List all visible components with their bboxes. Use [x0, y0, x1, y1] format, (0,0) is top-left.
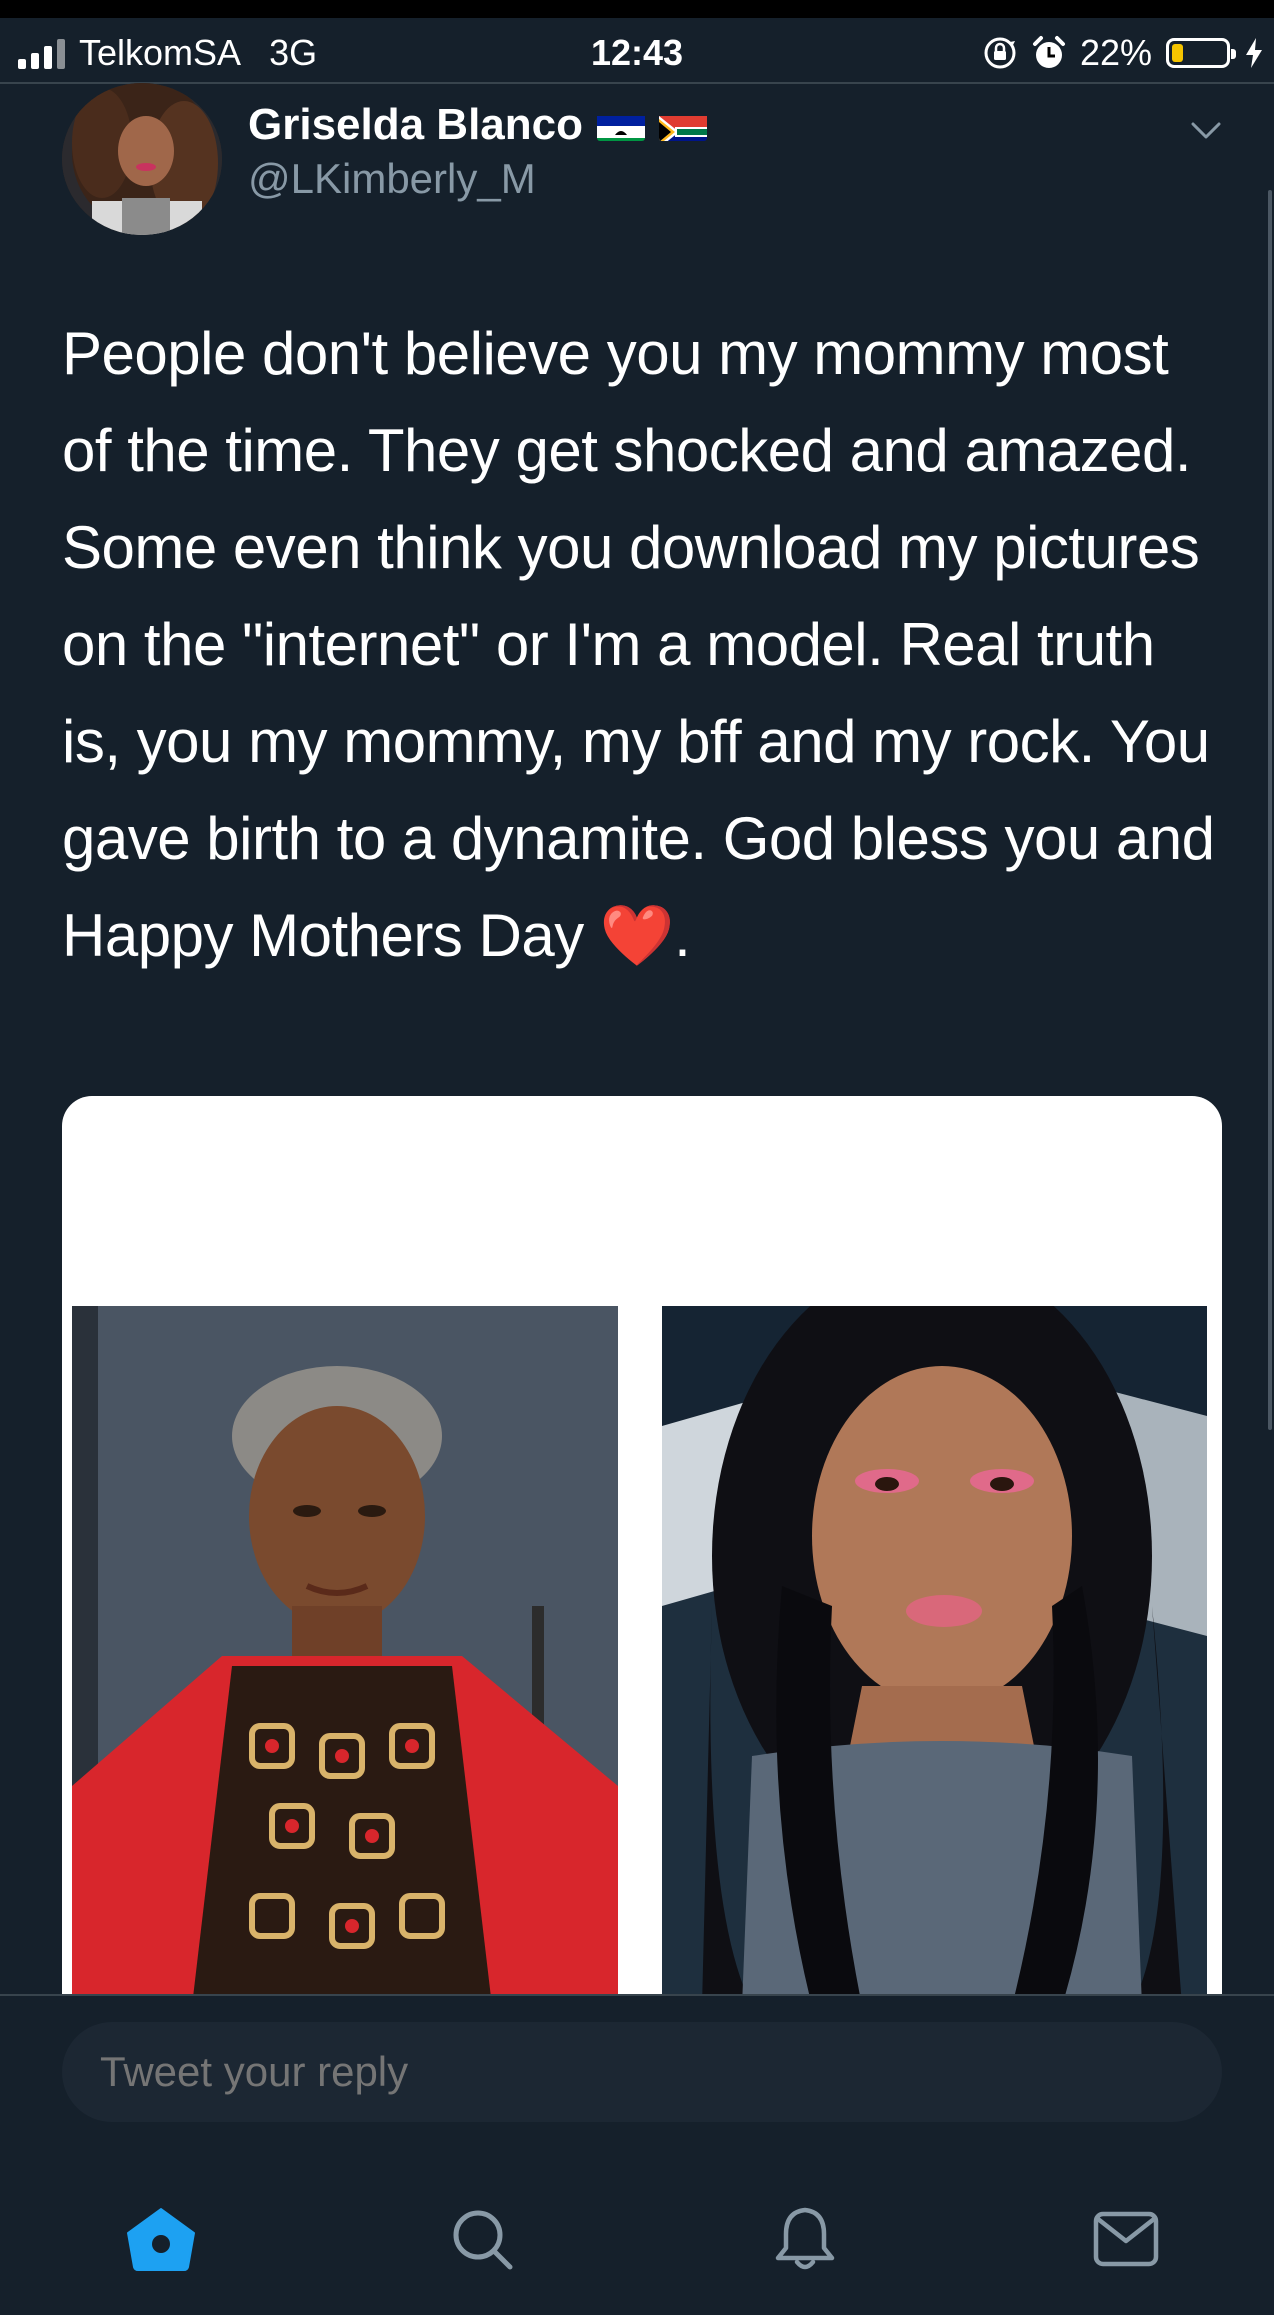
tab-home[interactable]	[106, 2184, 216, 2294]
status-right: 22%	[982, 32, 1264, 74]
home-icon	[127, 2208, 195, 2271]
scrollbar[interactable]	[1268, 190, 1272, 1430]
reply-area	[0, 1994, 1274, 2315]
display-name[interactable]: Griselda Blanco	[248, 100, 708, 150]
user-handle[interactable]: @LKimberly_M	[248, 155, 536, 203]
charging-icon	[1246, 38, 1262, 68]
tab-notifications[interactable]	[750, 2184, 860, 2294]
messages-icon	[1093, 2211, 1159, 2267]
tweet-media[interactable]	[62, 1096, 1222, 1996]
chevron-down-icon[interactable]	[1188, 112, 1224, 148]
battery-fill	[1172, 44, 1183, 62]
search-icon	[453, 2210, 513, 2270]
display-name-text: Griselda Blanco	[248, 100, 584, 149]
tab-search[interactable]	[427, 2184, 537, 2294]
reply-input[interactable]	[62, 2022, 1222, 2122]
tab-messages[interactable]	[1071, 2184, 1181, 2294]
avatar[interactable]	[62, 83, 222, 235]
status-bar: TelkomSA 3G 12:43 22%	[0, 18, 1274, 88]
battery-icon	[1166, 38, 1236, 68]
orientation-lock-icon	[984, 37, 1016, 69]
status-bar-top-strip	[0, 0, 1274, 18]
older-woman-photo[interactable]	[72, 1306, 618, 1996]
south-africa-flag-icon	[659, 109, 708, 141]
alarm-icon	[1032, 36, 1065, 68]
tweet-text: People don't believe you my mommy most o…	[62, 320, 1231, 969]
lesotho-flag-icon	[597, 109, 646, 141]
young-woman-selfie-photo[interactable]	[662, 1306, 1207, 1996]
tab-bar	[0, 2184, 1274, 2294]
notifications-icon	[775, 2207, 835, 2270]
header-divider	[0, 82, 1274, 84]
avatar-image	[62, 83, 222, 235]
battery-percent: 22%	[1079, 32, 1152, 73]
